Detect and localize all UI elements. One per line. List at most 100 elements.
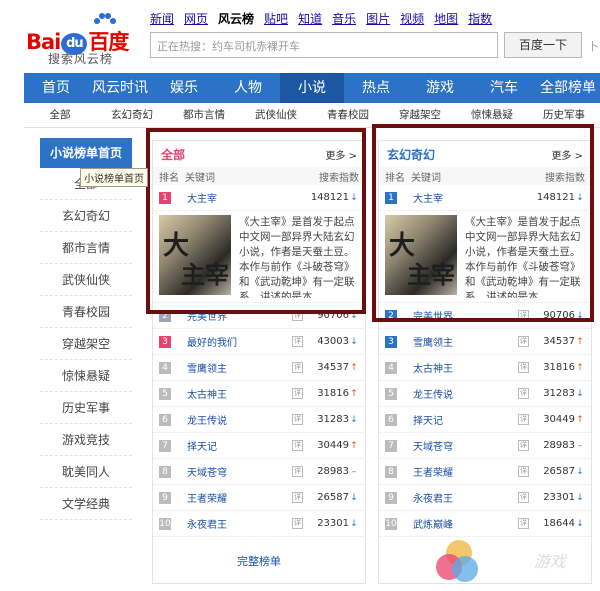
topnav-map[interactable]: 地图 [434,10,458,27]
detail-icon[interactable]: 详 [292,362,303,373]
topnav-video[interactable]: 视频 [400,10,424,27]
detail-icon[interactable]: 详 [292,388,303,399]
table-row[interactable]: 9 王者荣耀详 26587 ↓ [153,485,365,511]
keyword-link[interactable]: 最好的我们 [187,334,292,349]
mainnav-hot[interactable]: 热点 [344,73,408,103]
search-button[interactable]: 百度一下 [504,32,582,58]
table-row[interactable]: 8 天域苍穹详 28983– [153,459,365,485]
topnav-fengyunbang[interactable]: 风云榜 [218,10,254,27]
keyword-link[interactable]: 雪鹰领主 [187,360,292,375]
topnav-music[interactable]: 音乐 [332,10,356,27]
sidebar-item-thriller[interactable]: 惊悚悬疑 [40,360,132,392]
keyword-link[interactable]: 择天记 [187,438,292,453]
keyword-link[interactable]: 永夜君王 [413,490,518,505]
mainnav-entertainment[interactable]: 娱乐 [152,73,216,103]
detail-icon[interactable]: 详 [518,336,529,347]
rank-badge: 3 [159,335,171,348]
rank-badge: 10 [159,517,171,530]
rank-badge: 8 [385,465,397,478]
detail-icon[interactable]: 详 [518,518,529,529]
sidebar-item-wuxia[interactable]: 武侠仙侠 [40,264,132,296]
keyword-link[interactable]: 龙王传说 [413,386,518,401]
subnav-wuxia[interactable]: 武侠仙侠 [240,104,312,127]
mainnav-news[interactable]: 风云时讯 [88,73,152,103]
mainnav-games[interactable]: 游戏 [408,73,472,103]
topnav-tieba[interactable]: 贴吧 [264,10,288,27]
detail-icon[interactable]: 详 [518,362,529,373]
table-row[interactable]: 5 太古神王详 31816 ↑ [153,381,365,407]
sidebar-item-classics[interactable]: 文学经典 [40,488,132,520]
detail-icon[interactable]: 详 [292,518,303,529]
table-row[interactable]: 7 择天记详 30449 ↑ [153,433,365,459]
keyword-link[interactable]: 天域苍穹 [413,438,518,453]
keyword-link[interactable]: 永夜君王 [187,516,292,531]
search-index: 43003 [317,336,349,347]
detail-icon[interactable]: 详 [518,388,529,399]
rank-badge: 7 [159,439,171,452]
sidebar-item-fantasy[interactable]: 玄幻奇幻 [40,200,132,232]
sidebar-item-urban[interactable]: 都市言情 [40,232,132,264]
sidebar-item-danmei[interactable]: 耽美同人 [40,456,132,488]
detail-icon[interactable]: 详 [292,414,303,425]
search-index: 28983 [543,440,575,451]
topnav-web[interactable]: 网页 [184,10,208,27]
sidebar-item-youth[interactable]: 青春校园 [40,296,132,328]
topnav-news[interactable]: 新闻 [150,10,174,27]
table-row[interactable]: 7 天域苍穹详 28983– [379,433,591,459]
mainnav-people[interactable]: 人物 [216,73,280,103]
subnav-urban[interactable]: 都市言情 [168,104,240,127]
topnav-images[interactable]: 图片 [366,10,390,27]
search-index: 34537 [317,362,349,373]
table-row[interactable]: 8 王者荣耀详 26587 ↓ [379,459,591,485]
keyword-link[interactable]: 龙王传说 [187,412,292,427]
keyword-link[interactable]: 太古神王 [187,386,292,401]
table-row[interactable]: 6 龙王传说详 31283 ↓ [153,407,365,433]
keyword-link[interactable]: 太古神王 [413,360,518,375]
detail-icon[interactable]: 详 [292,492,303,503]
highlight-box-left [146,128,366,314]
topnav-zhidao[interactable]: 知道 [298,10,322,27]
search-index: 26587 [317,492,349,503]
detail-icon[interactable]: 详 [292,336,303,347]
subnav-all[interactable]: 全部 [24,104,96,127]
table-row[interactable]: 3 最好的我们详 43003 ↓ [153,329,365,355]
table-row[interactable]: 10 武炼巅峰详 18644 ↓ [379,511,591,537]
table-row[interactable]: 5 龙王传说详 31283 ↓ [379,381,591,407]
search-input[interactable]: 正在热搜：约车司机赤裸开车 [150,32,498,58]
search-index: 23301 [317,518,349,529]
detail-icon[interactable]: 详 [292,466,303,477]
keyword-link[interactable]: 王者荣耀 [187,490,292,505]
detail-icon[interactable]: 详 [518,440,529,451]
table-row[interactable]: 3 雪鹰领主详 34537 ↑ [379,329,591,355]
detail-icon[interactable]: 详 [292,440,303,451]
keyword-link[interactable]: 雪鹰领主 [413,334,518,349]
mainnav-cars[interactable]: 汽车 [472,73,536,103]
detail-icon[interactable]: 详 [518,466,529,477]
detail-icon[interactable]: 详 [518,492,529,503]
subnav-fantasy[interactable]: 玄幻奇幻 [96,104,168,127]
mainnav-all-lists[interactable]: 全部榜单 [536,73,600,103]
mainnav-home[interactable]: 首页 [24,73,88,103]
sidebar-head[interactable]: 小说榜单首页 [40,138,132,168]
topnav-index[interactable]: 指数 [468,10,492,27]
keyword-link[interactable]: 武炼巅峰 [413,516,518,531]
table-row[interactable]: 6 择天记详 30449 ↑ [379,407,591,433]
table-row[interactable]: 4 雪鹰领主详 34537 ↑ [153,355,365,381]
detail-icon[interactable]: 详 [518,414,529,425]
trend-icon: ↓ [350,414,358,425]
sidebar-item-history[interactable]: 历史军事 [40,392,132,424]
table-row[interactable]: 10 永夜君王详 23301 ↓ [153,511,365,537]
watermark-logo [432,536,482,586]
table-row[interactable]: 9 永夜君王详 23301 ↓ [379,485,591,511]
keyword-link[interactable]: 王者荣耀 [413,464,518,479]
search-index: 23301 [543,492,575,503]
sidebar-item-timetravel[interactable]: 穿越架空 [40,328,132,360]
keyword-link[interactable]: 天域苍穹 [187,464,292,479]
baidu-logo[interactable]: Bai du 百度 搜索风云榜 [26,12,142,66]
full-list-link[interactable]: 完整榜单 [153,553,365,569]
table-row[interactable]: 4 太古神王详 31816 ↑ [379,355,591,381]
keyword-link[interactable]: 择天记 [413,412,518,427]
trend-icon: – [577,440,583,451]
mainnav-novel[interactable]: 小说 [280,73,344,103]
sidebar-item-gaming[interactable]: 游戏竞技 [40,424,132,456]
